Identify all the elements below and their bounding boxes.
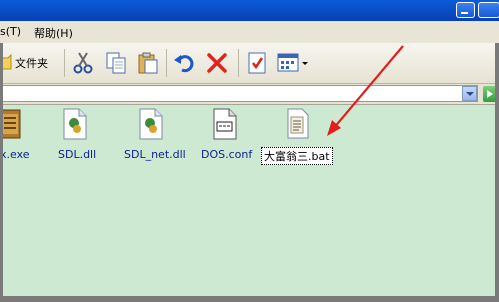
- annotation-arrow: [327, 45, 404, 136]
- window-frame-bottom: [0, 296, 499, 302]
- window-frame-left: [0, 43, 3, 302]
- window-frame-right: [495, 43, 499, 302]
